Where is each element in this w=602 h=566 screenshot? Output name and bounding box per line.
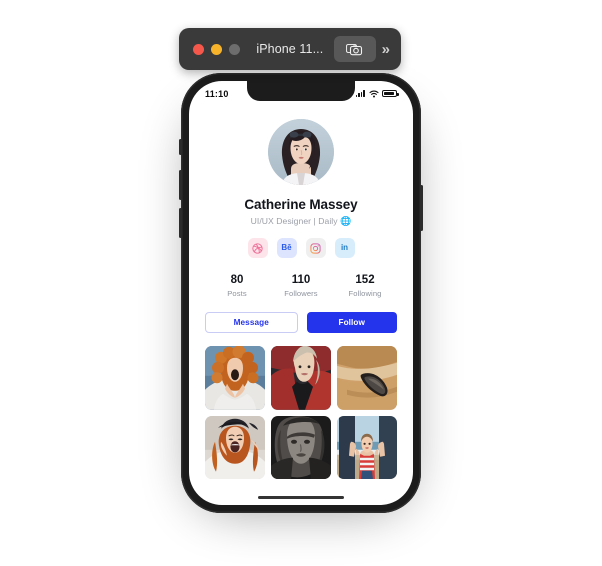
message-button[interactable]: Message [205,312,298,333]
status-bar: 11:10 [189,81,413,103]
profile-content: Catherine Massey UI/UX Designer | Daily … [189,103,413,480]
linkedin-label: in [340,243,349,252]
stat-followers-label: Followers [284,289,318,298]
avatar[interactable] [268,119,334,185]
app-stage: iPhone 11... » 11:10 Catherine Massey UI… [0,0,602,566]
stat-posts-value: 80 [230,274,244,286]
photo-grid [205,346,397,480]
stat-posts-label: Posts [227,289,247,298]
photo-child-beach[interactable] [337,415,397,480]
home-indicator[interactable] [258,496,344,499]
stat-followers[interactable]: 110 Followers [269,274,333,298]
photo-bw-portrait[interactable] [271,415,331,480]
profile-bio: UI/UX Designer | Daily 🌐 [205,216,397,227]
globe-icon: 🌐 [340,216,352,226]
stat-following-label: Following [348,289,382,298]
window-title: iPhone 11... [256,42,324,56]
stat-following-value: 152 [355,274,375,286]
social-links: Bē in [205,238,397,258]
photo-cap-laughing-woman[interactable] [205,415,265,480]
cellular-signal-icon [355,90,365,97]
wifi-icon [368,90,379,97]
profile-bio-text: UI/UX Designer | Daily [250,216,338,226]
stat-followers-value: 110 [291,274,311,286]
volume-down-button[interactable] [179,208,182,238]
silent-switch[interactable] [179,139,182,155]
page-title: Catherine Massey [244,197,358,212]
window-controls [193,43,240,55]
power-button[interactable] [420,185,423,231]
stat-following[interactable]: 152 Following [333,274,397,298]
photo-boat-aerial[interactable] [337,346,397,410]
status-bar-time: 11:10 [205,88,229,99]
behance-icon[interactable]: Bē [276,238,297,258]
stat-posts[interactable]: 80 Posts [205,274,269,298]
phone-screen: 11:10 Catherine Massey UI/UX Designer | … [189,81,413,505]
close-button[interactable] [193,43,204,55]
behance-label: Bē [281,243,292,252]
follow-button[interactable]: Follow [306,312,397,333]
battery-icon [382,89,399,98]
profile-stats: 80 Posts 110 Followers 152 Following [205,274,397,298]
instagram-icon[interactable] [305,238,326,258]
minimize-button[interactable] [211,43,222,55]
dribbble-icon[interactable] [247,238,268,258]
profile-actions: Message Follow [205,312,397,333]
overflow-chevron-icon[interactable]: » [382,41,391,58]
iphone-device-frame: 11:10 Catherine Massey UI/UX Designer | … [179,73,423,513]
maximize-button[interactable] [229,43,240,55]
avatar-container [205,119,397,185]
camera-icon[interactable] [333,36,376,62]
simulator-title-bar: iPhone 11... » [179,28,401,70]
status-bar-indicators [355,89,399,98]
photo-blonde-red-jacket[interactable] [271,346,331,410]
photo-curly-hair-woman[interactable] [205,346,265,410]
linkedin-icon[interactable]: in [334,238,355,258]
volume-up-button[interactable] [179,170,182,200]
